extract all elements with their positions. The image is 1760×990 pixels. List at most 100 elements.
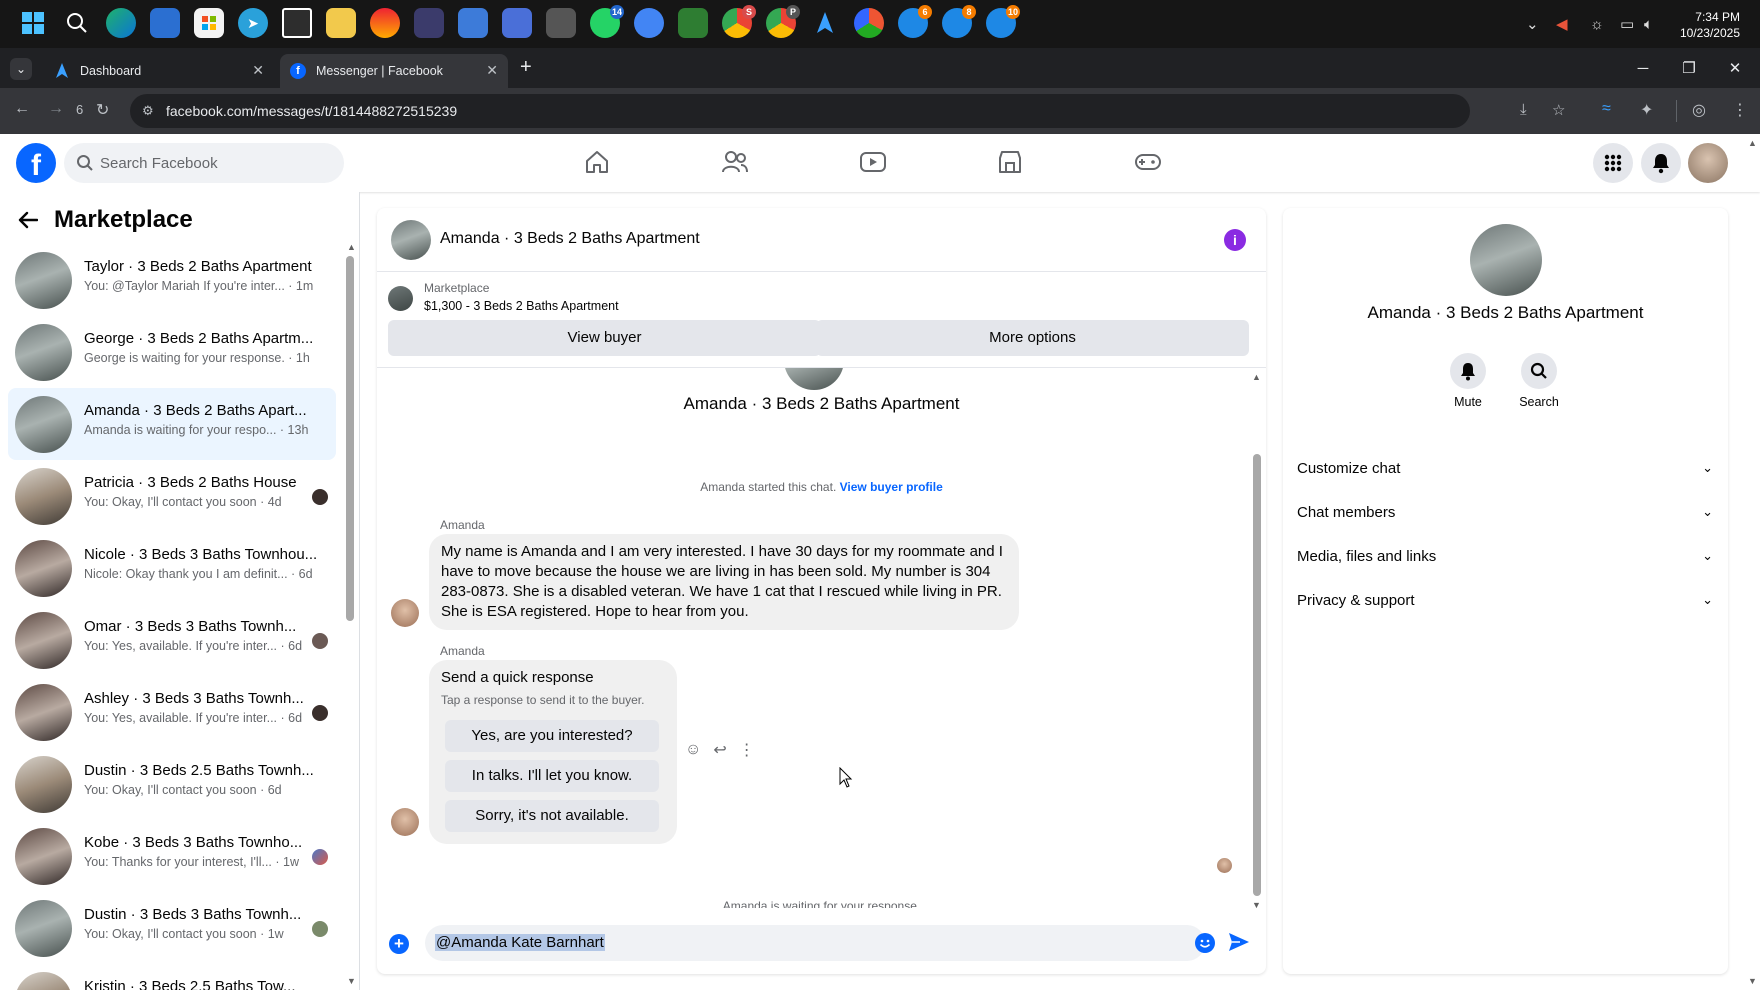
scroll-down-arrow-icon[interactable]: ▼	[1252, 900, 1261, 910]
media-app-icon[interactable]	[370, 8, 400, 38]
bookmark-star-icon[interactable]: ☆	[1552, 101, 1565, 119]
scroll-up-arrow-icon[interactable]: ▲	[1748, 138, 1757, 148]
windows-start-icon[interactable]	[18, 8, 48, 38]
gaming-nav-icon[interactable]	[1128, 144, 1168, 180]
whatsapp-icon[interactable]: 14	[590, 5, 624, 38]
media-files-links-section[interactable]: Media, files and links ⌄	[1297, 536, 1713, 576]
conversation-item[interactable]: Kobe · 3 Beds 3 Baths Townho... You: Tha…	[8, 820, 336, 892]
facebook-logo-icon[interactable]: f	[16, 143, 56, 183]
react-emoji-icon[interactable]: ☺	[685, 741, 701, 759]
conversation-item[interactable]: Taylor · 3 Beds 2 Baths Apartment You: @…	[8, 244, 336, 316]
install-app-icon[interactable]: ⤓	[1520, 101, 1527, 118]
more-actions-icon[interactable]: ⋮	[739, 740, 755, 760]
chrome-profile-icon[interactable]: S	[722, 5, 756, 38]
video-app-icon[interactable]	[678, 8, 708, 38]
conversation-item[interactable]: Kristin · 3 Beds 2.5 Baths Tow...	[8, 964, 336, 990]
close-tab-icon[interactable]: ✕	[486, 62, 498, 79]
conversation-item-active[interactable]: Amanda · 3 Beds 2 Baths Apart... Amanda …	[8, 388, 336, 460]
file-explorer-icon[interactable]	[326, 8, 356, 38]
store-icon[interactable]	[194, 8, 224, 38]
search-icon[interactable]	[1521, 353, 1557, 389]
conversation-item[interactable]: Nicole · 3 Beds 3 Baths Townhou... Nicol…	[8, 532, 336, 604]
browser-app-icon[interactable]: 6	[898, 5, 932, 38]
brightness-icon[interactable]: ☼	[1590, 0, 1604, 48]
scroll-down-arrow-icon[interactable]: ▼	[1748, 976, 1757, 986]
conversation-item[interactable]: Ashley · 3 Beds 3 Baths Townh... You: Ye…	[8, 676, 336, 748]
sender-avatar[interactable]	[391, 808, 419, 836]
new-tab-button[interactable]: +	[520, 56, 532, 79]
calculator-app-icon[interactable]	[502, 8, 532, 38]
restore-window-icon[interactable]: ❐	[1666, 48, 1712, 88]
tools-app-icon[interactable]	[546, 8, 576, 38]
scroll-up-arrow-icon[interactable]: ▲	[1252, 372, 1261, 382]
chrome-profile-icon[interactable]: P	[766, 5, 800, 38]
conversation-item[interactable]: Dustin · 3 Beds 2.5 Baths Townh... You: …	[8, 748, 336, 820]
info-avatar[interactable]	[1470, 224, 1542, 296]
quick-response-option[interactable]: In talks. I'll let you know.	[445, 760, 659, 792]
reply-icon[interactable]: ↩	[713, 740, 726, 760]
menu-grid-icon[interactable]	[1593, 143, 1633, 183]
emoji-picker-icon[interactable]	[1195, 933, 1215, 953]
chat-avatar[interactable]	[391, 220, 431, 260]
telegram-icon[interactable]: ➤	[238, 8, 268, 38]
conversation-item[interactable]: George · 3 Beds 2 Baths Apartm... George…	[8, 316, 336, 388]
home-nav-icon[interactable]	[577, 144, 617, 180]
add-attachment-icon[interactable]: +	[389, 934, 409, 954]
account-avatar[interactable]	[1688, 143, 1728, 183]
menu-kebab-icon[interactable]: ⋮	[1732, 100, 1748, 120]
tab-dashboard[interactable]: Dashboard ✕	[44, 54, 274, 88]
conversation-item[interactable]: Omar · 3 Beds 3 Baths Townh... You: Yes,…	[8, 604, 336, 676]
minimize-window-icon[interactable]: ─	[1620, 48, 1666, 88]
notifications-bell-icon[interactable]	[1641, 143, 1681, 183]
thread-scrollbar-thumb[interactable]	[1253, 454, 1261, 896]
extensions-puzzle-icon[interactable]: ✦	[1640, 100, 1653, 120]
search-input[interactable]	[100, 143, 336, 183]
outlook-icon[interactable]	[150, 8, 180, 38]
camera-app-icon[interactable]	[634, 8, 664, 38]
close-tab-icon[interactable]: ✕	[252, 62, 264, 79]
conversation-info-icon[interactable]: i	[1224, 229, 1246, 251]
extension-icon[interactable]: ≈	[1602, 100, 1611, 118]
tab-messenger[interactable]: f Messenger | Facebook ✕	[280, 54, 508, 88]
list-scrollbar-thumb[interactable]	[346, 256, 354, 621]
browser-app-icon[interactable]: 8	[942, 5, 976, 38]
window-app-icon[interactable]	[282, 8, 312, 38]
more-options-button[interactable]: More options	[816, 320, 1249, 356]
profile-icon[interactable]: ◎	[1692, 100, 1706, 120]
site-info-icon[interactable]: ⚙	[142, 103, 154, 119]
alert-icon[interactable]: ◀	[1556, 0, 1568, 48]
friends-nav-icon[interactable]	[715, 144, 755, 180]
pen-app-icon[interactable]	[810, 8, 840, 38]
search-icon[interactable]	[62, 8, 92, 38]
tray-chevron-icon[interactable]: ⌄	[1526, 0, 1539, 48]
conversation-item[interactable]: Dustin · 3 Beds 3 Baths Townh... You: Ok…	[8, 892, 336, 964]
forward-arrow-icon[interactable]: →	[48, 100, 64, 118]
view-buyer-profile-link[interactable]: View buyer profile	[840, 480, 943, 494]
network-icon[interactable]: ▭	[1620, 0, 1634, 48]
address-bar[interactable]: ⚙ facebook.com/messages/t/18144882725152…	[130, 94, 1565, 128]
send-icon[interactable]	[1228, 932, 1250, 952]
marketplace-nav-icon[interactable]	[990, 144, 1030, 180]
facebook-search[interactable]	[64, 143, 344, 183]
tab-search-dropdown-icon[interactable]: ⌄	[10, 58, 32, 80]
message-bubble[interactable]: My name is Amanda and I am very interest…	[429, 534, 1019, 630]
quick-response-option[interactable]: Sorry, it's not available.	[445, 800, 659, 832]
message-input[interactable]: @Amanda Kate Barnhart	[425, 925, 1205, 961]
video-nav-icon[interactable]	[853, 144, 893, 180]
back-arrow-icon[interactable]	[18, 211, 38, 229]
quick-response-option[interactable]: Yes, are you interested?	[445, 720, 659, 752]
scroll-down-arrow-icon[interactable]: ▼	[347, 976, 356, 986]
color-app-icon[interactable]	[854, 8, 884, 38]
search-action[interactable]: Search	[1509, 353, 1569, 409]
conversation-item[interactable]: Patricia · 3 Beds 2 Baths House You: Oka…	[8, 460, 336, 532]
chat-title[interactable]: Amanda · 3 Beds 2 Baths Apartment	[440, 230, 700, 248]
keyboard-app-icon[interactable]	[414, 8, 444, 38]
browser-app-icon[interactable]: 10	[986, 5, 1020, 38]
back-arrow-icon[interactable]: ←	[14, 100, 30, 118]
notes-app-icon[interactable]	[458, 8, 488, 38]
mute-bell-icon[interactable]	[1450, 353, 1486, 389]
system-clock[interactable]: 7:34 PM 10/23/2025	[1680, 9, 1740, 41]
volume-icon[interactable]: 🔈︎	[1644, 0, 1653, 48]
mute-action[interactable]: Mute	[1438, 353, 1498, 409]
reload-icon[interactable]: ↻	[96, 100, 109, 120]
